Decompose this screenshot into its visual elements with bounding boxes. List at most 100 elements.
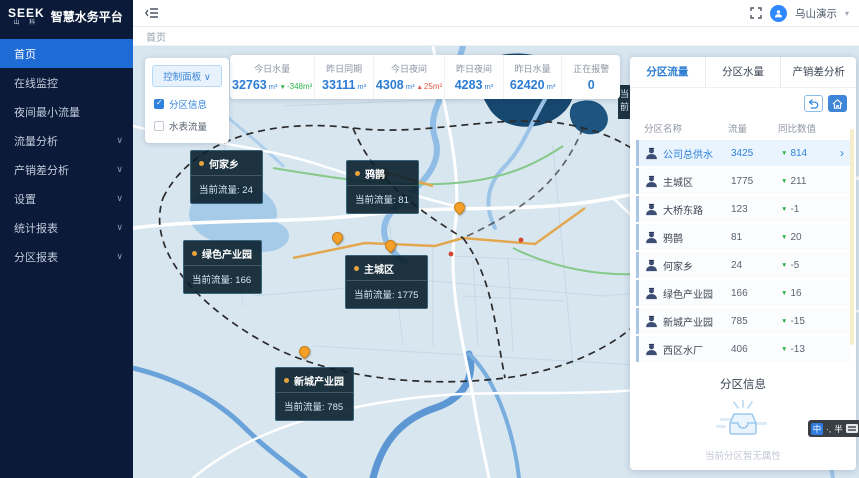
tab-zone-volume[interactable]: 分区水量 (706, 57, 782, 88)
chevron-down-icon: ∨ (204, 72, 211, 83)
ime-language-icon[interactable]: 中 (811, 423, 823, 435)
zone-dot-icon (354, 266, 359, 271)
trend-down-icon: ▼ (781, 206, 787, 213)
keyboard-icon[interactable] (846, 424, 858, 433)
table-row[interactable]: 新城产业园 785 ▼-15 › (636, 308, 850, 334)
caret-down-icon[interactable]: ▾ (845, 9, 849, 18)
ime-toolbar[interactable]: 中 ·, 半 (808, 420, 859, 437)
zone-person-icon (645, 147, 658, 160)
stat-yesterday-volume: 昨日水量 62420 m³ (504, 55, 563, 99)
logo-text: SEEK (8, 7, 45, 19)
zone-table: 公司总供水 3425 ▼814 › 主城区 1775 ▼211 › 大桥东路 1… (630, 140, 856, 364)
sidebar-menu: 首页 在线监控 夜间最小流量 流量分析 ∨ 产销差分析 ∨ 设置 ∨ 统计报表 … (0, 39, 133, 271)
trend-up-icon: ▲ (416, 84, 422, 91)
checkbox-unchecked-icon[interactable] (154, 121, 164, 131)
sidebar-item-online-monitoring[interactable]: 在线监控 (0, 68, 133, 97)
fullscreen-icon[interactable] (750, 7, 762, 19)
checkbox-checked-icon[interactable] (154, 99, 164, 109)
map-tooltip-hejiaxiang: 何家乡 当前流量: 24 (190, 150, 263, 204)
zone-info-title: 分区信息 (630, 376, 856, 392)
logo-icon: SEEK 山 科 (8, 7, 45, 26)
panel-actions (630, 88, 856, 116)
trend-down-icon: ▼ (781, 262, 787, 269)
ime-width-mode-icon[interactable]: 半 (834, 423, 843, 435)
breadcrumb: 首页 (133, 27, 859, 46)
chevron-down-icon: ∨ (116, 135, 123, 146)
stat-today-night: 今日夜间 4308 m³ ▲25m³ (374, 55, 445, 99)
sidebar-item-home[interactable]: 首页 (0, 39, 133, 68)
table-row[interactable]: 何家乡 24 ▼-5 › (636, 252, 850, 278)
map-tooltip-new-city-park: 新城产业园 当前流量: 785 (275, 367, 354, 421)
ime-punctuation-icon[interactable]: ·, (826, 424, 831, 434)
table-row[interactable]: 绿色产业园 166 ▼16 › (636, 280, 850, 306)
trend-down-icon: ▼ (781, 178, 787, 185)
sidebar-item-zone-reports[interactable]: 分区报表 ∨ (0, 242, 133, 271)
sidebar-item-stat-reports[interactable]: 统计报表 ∨ (0, 213, 133, 242)
undo-button[interactable] (804, 95, 823, 112)
trend-down-icon: ▼ (280, 84, 286, 91)
trend-down-icon: ▼ (781, 346, 787, 353)
trend-down-icon: ▼ (781, 318, 787, 325)
control-panel-button[interactable]: 控制面板 ∨ (152, 65, 222, 87)
panel-scrollbar[interactable] (850, 129, 854, 345)
breadcrumb-home[interactable]: 首页 (146, 29, 166, 44)
zone-panel-tabs: 分区流量 分区水量 产销差分析 (630, 57, 856, 88)
table-row[interactable]: 西区水厂 406 ▼-13 › (636, 336, 850, 362)
sidebar-collapse-icon[interactable] (145, 7, 159, 19)
map-canvas[interactable]: 何家乡 当前流量: 24 鸦鹊 当前流量: 81 绿色产业园 当前流量: 166… (133, 46, 859, 478)
chevron-down-icon: ∨ (116, 251, 123, 262)
map-control-panel: 控制面板 ∨ 分区信息 水表流量 (145, 58, 229, 143)
sidebar-item-settings[interactable]: 设置 ∨ (0, 184, 133, 213)
avatar[interactable] (770, 5, 787, 22)
option-zone-info[interactable]: 分区信息 (145, 93, 229, 115)
zone-person-icon (645, 175, 658, 188)
stats-bar: 今日水量 32763 m³ ▼-348m³ 昨日同期 33111 m³ 今日夜间… (230, 55, 620, 99)
sidebar-item-night-min-flow[interactable]: 夜间最小流量 (0, 97, 133, 126)
tab-nrw-analysis[interactable]: 产销差分析 (781, 57, 856, 88)
table-row[interactable]: 大桥东路 123 ▼-1 › (636, 196, 850, 222)
username[interactable]: 乌山演示 (795, 6, 837, 21)
zone-panel: 分区流量 分区水量 产销差分析 分区名称 流量 同比数值 公司总供水 (630, 57, 856, 470)
sidebar-item-flow-analysis[interactable]: 流量分析 ∨ (0, 126, 133, 155)
table-row[interactable]: 公司总供水 3425 ▼814 › (636, 140, 850, 166)
table-row[interactable]: 主城区 1775 ▼211 › (636, 168, 850, 194)
home-button[interactable] (828, 95, 847, 112)
zone-person-icon (645, 231, 658, 244)
sidebar: SEEK 山 科 智慧水务平台 首页 在线监控 夜间最小流量 流量分析 ∨ 产销… (0, 0, 133, 478)
empty-box-icon (714, 400, 772, 442)
table-header: 分区名称 流量 同比数值 (630, 116, 856, 140)
trend-down-icon: ▼ (781, 234, 787, 241)
zone-dot-icon (199, 161, 204, 166)
app-title: 智慧水务平台 (51, 8, 123, 25)
app-logo: SEEK 山 科 智慧水务平台 (0, 0, 133, 35)
zone-dot-icon (284, 378, 289, 383)
trend-down-icon: ▼ (781, 290, 787, 297)
zone-person-icon (645, 287, 658, 300)
option-meter-flow[interactable]: 水表流量 (145, 115, 229, 137)
chevron-down-icon: ∨ (116, 193, 123, 204)
zone-person-icon (645, 315, 658, 328)
stat-yesterday-night: 昨日夜间 4283 m³ (445, 55, 504, 99)
zone-person-icon (645, 259, 658, 272)
logo-subtext: 山 科 (14, 20, 40, 26)
zone-person-icon (645, 343, 658, 356)
tab-zone-flow[interactable]: 分区流量 (630, 57, 706, 88)
map-tooltip-main-city: 主城区 当前流量: 1775 (345, 255, 428, 309)
stat-active-alarms: 正在报警 0 (562, 55, 620, 99)
topbar: 乌山演示 ▾ (133, 0, 859, 27)
sidebar-item-nrw-analysis[interactable]: 产销差分析 ∨ (0, 155, 133, 184)
chevron-down-icon: ∨ (116, 164, 123, 175)
table-row[interactable]: 鸦鹊 81 ▼20 › (636, 224, 850, 250)
trend-down-icon: ▼ (781, 150, 787, 157)
map-tooltip-green-park: 绿色产业园 当前流量: 166 (183, 240, 262, 294)
chevron-down-icon: ∨ (116, 222, 123, 233)
zone-dot-icon (355, 171, 360, 176)
empty-state-text: 当前分区暂无属性 (705, 448, 781, 462)
map-tooltip-yaque: 鸦鹊 当前流量: 81 (346, 160, 419, 214)
main-area: 乌山演示 ▾ 首页 (133, 0, 859, 478)
stat-today-volume: 今日水量 32763 m³ ▼-348m³ (230, 55, 315, 99)
zone-person-icon (645, 203, 658, 216)
zone-dot-icon (192, 251, 197, 256)
chevron-right-icon: › (840, 146, 846, 160)
stat-yesterday-same-period: 昨日同期 33111 m³ (315, 55, 374, 99)
